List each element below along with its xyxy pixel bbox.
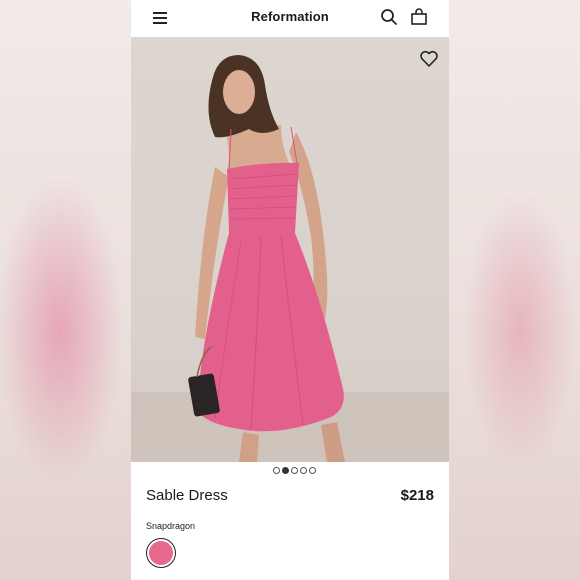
- carousel-dot[interactable]: [291, 467, 298, 474]
- product-image[interactable]: [131, 37, 449, 462]
- color-swatch-selected[interactable]: [146, 538, 176, 568]
- product-name: Sable Dress: [146, 487, 228, 504]
- shopping-bag-icon[interactable]: [410, 8, 428, 26]
- carousel-dot[interactable]: [309, 467, 316, 474]
- carousel-dot-active[interactable]: [282, 467, 289, 474]
- heart-icon[interactable]: [419, 50, 439, 68]
- top-navigation-bar: Reformation: [131, 0, 449, 37]
- search-icon[interactable]: [380, 8, 398, 26]
- color-swatch-fill: [149, 541, 173, 565]
- color-name-label: Snapdragon: [146, 521, 196, 531]
- carousel-indicator: [273, 467, 316, 474]
- model-photo: [131, 55, 449, 462]
- product-screen: Reformation Sable Dress $218 Snapdragon: [131, 0, 449, 580]
- product-price: $218: [400, 487, 434, 504]
- carousel-dot[interactable]: [300, 467, 307, 474]
- brand-logo[interactable]: Reformation: [131, 9, 449, 24]
- carousel-dot[interactable]: [273, 467, 280, 474]
